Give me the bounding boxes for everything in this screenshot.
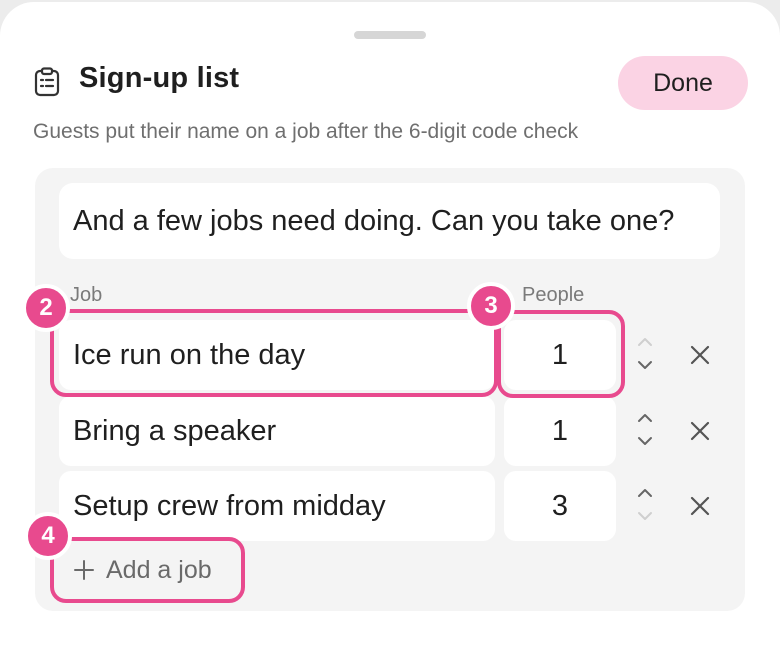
people-count-input[interactable] xyxy=(504,320,616,390)
plus-icon xyxy=(74,560,94,580)
job-name-input[interactable] xyxy=(59,471,495,541)
close-icon[interactable] xyxy=(686,417,714,445)
people-stepper[interactable] xyxy=(630,320,660,390)
job-column-label: Job xyxy=(70,284,103,306)
intro-message-input[interactable] xyxy=(59,183,720,259)
people-stepper[interactable] xyxy=(630,471,660,541)
job-name-input[interactable] xyxy=(59,320,495,390)
sheet-title: Sign-up list xyxy=(79,62,240,94)
clipboard-icon xyxy=(34,67,60,97)
chevron-down-icon[interactable] xyxy=(638,361,652,369)
job-name-input[interactable] xyxy=(59,396,495,466)
sheet-subtitle: Guests put their name on a job after the… xyxy=(33,120,579,143)
step-badge: 4 xyxy=(24,512,72,560)
chevron-up-icon[interactable] xyxy=(638,489,652,497)
chevron-up-icon[interactable] xyxy=(638,414,652,422)
close-icon[interactable] xyxy=(686,341,714,369)
done-button[interactable]: Done xyxy=(618,56,748,110)
close-icon[interactable] xyxy=(686,492,714,520)
people-count-input[interactable] xyxy=(504,471,616,541)
people-column-label: People xyxy=(522,284,585,306)
add-job-button[interactable]: Add a job xyxy=(72,548,212,592)
step-badge: 2 xyxy=(22,284,70,332)
people-stepper[interactable] xyxy=(630,396,660,466)
add-job-label: Add a job xyxy=(106,555,212,584)
drag-handle[interactable] xyxy=(354,31,426,39)
chevron-up-icon[interactable] xyxy=(638,338,652,346)
chevron-down-icon[interactable] xyxy=(638,512,652,520)
chevron-down-icon[interactable] xyxy=(638,437,652,445)
step-badge: 3 xyxy=(467,282,515,330)
people-count-input[interactable] xyxy=(504,396,616,466)
